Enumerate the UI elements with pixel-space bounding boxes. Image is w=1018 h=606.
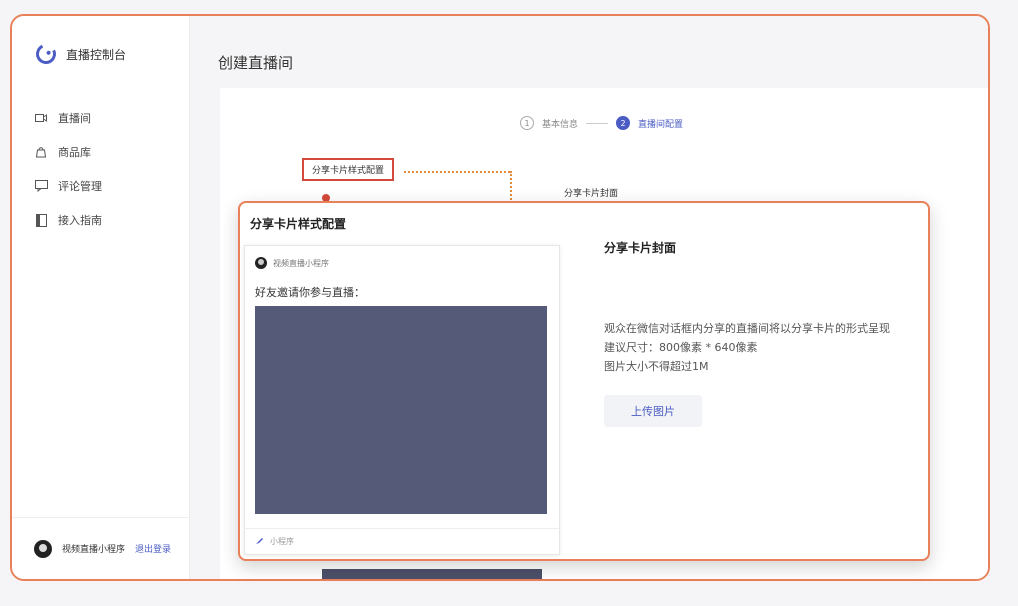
mini-program-icon xyxy=(255,536,264,547)
cover-desc-line: 观众在微信对话框内分享的直播间将以分享卡片的形式呈现 xyxy=(604,322,890,335)
bag-icon xyxy=(34,145,48,159)
step-divider xyxy=(586,122,609,124)
step-indicator: 1 基本信息 2 直播间配置 xyxy=(520,116,683,130)
page-title: 创建直播间 xyxy=(218,54,294,72)
app-title: 直播控制台 xyxy=(66,47,127,62)
sidebar-item-label: 接入指南 xyxy=(58,214,102,227)
cover-section-label: 分享卡片封面 xyxy=(564,189,619,199)
step-1-circle: 1 xyxy=(520,116,534,130)
sidebar-item-guide[interactable]: 接入指南 xyxy=(34,203,102,237)
cover-desc-line: 建议尺寸：800像素 * 640像素 xyxy=(604,341,758,354)
panel-title: 分享卡片样式配置 xyxy=(250,217,347,231)
sidebar-nav: 直播间 商品库 评论管理 接入指南 xyxy=(34,101,102,237)
preview-user: 视频直播小程序 xyxy=(255,257,329,269)
preview-cover-image xyxy=(255,306,547,514)
video-icon xyxy=(34,111,48,125)
logo-icon xyxy=(33,41,59,67)
sidebar-item-label: 直播间 xyxy=(58,112,91,125)
logo: 直播控制台 xyxy=(33,41,127,67)
sidebar: 直播控制台 直播间 商品库 评论管理 接入指南 视频直播小程序 退出登录 xyxy=(12,16,190,579)
preview-footer: 小程序 xyxy=(245,528,559,554)
sidebar-item-label: 商品库 xyxy=(58,146,91,159)
account-footer: 视频直播小程序 退出登录 xyxy=(12,517,189,579)
sidebar-item-label: 评论管理 xyxy=(58,180,102,193)
avatar[interactable] xyxy=(34,539,52,558)
image-strip xyxy=(322,569,542,579)
doc-icon xyxy=(34,213,48,227)
zoom-callout-panel: 分享卡片样式配置 视频直播小程序 好友邀请你参与直播： 小程序 分享卡片封面 观… xyxy=(238,201,930,561)
comment-icon xyxy=(34,179,48,193)
sidebar-item-comments[interactable]: 评论管理 xyxy=(34,169,102,203)
step-2-circle: 2 xyxy=(616,116,631,130)
step-2-label: 直播间配置 xyxy=(638,119,684,130)
step-1-label: 基本信息 xyxy=(542,119,579,130)
callout-line xyxy=(404,171,510,173)
logout-link[interactable]: 退出登录 xyxy=(135,542,171,555)
cover-title: 分享卡片封面 xyxy=(604,241,677,255)
account-name: 视频直播小程序 xyxy=(62,545,126,555)
avatar xyxy=(255,257,267,269)
highlight-tag: 分享卡片样式配置 xyxy=(302,158,395,181)
callout-line xyxy=(510,171,512,203)
preview-text: 好友邀请你参与直播： xyxy=(255,286,365,299)
share-card-preview: 视频直播小程序 好友邀请你参与直播： 小程序 xyxy=(244,245,560,555)
sidebar-item-products[interactable]: 商品库 xyxy=(34,135,102,169)
preview-user-name: 视频直播小程序 xyxy=(273,258,329,268)
preview-footer-label: 小程序 xyxy=(270,537,294,546)
sidebar-item-live-room[interactable]: 直播间 xyxy=(34,101,102,135)
upload-image-button[interactable]: 上传图片 xyxy=(604,395,702,427)
cover-desc-line: 图片大小不得超过1M xyxy=(604,360,709,373)
cover-description: 观众在微信对话框内分享的直播间将以分享卡片的形式呈现 建议尺寸：800像素 * … xyxy=(604,319,890,376)
